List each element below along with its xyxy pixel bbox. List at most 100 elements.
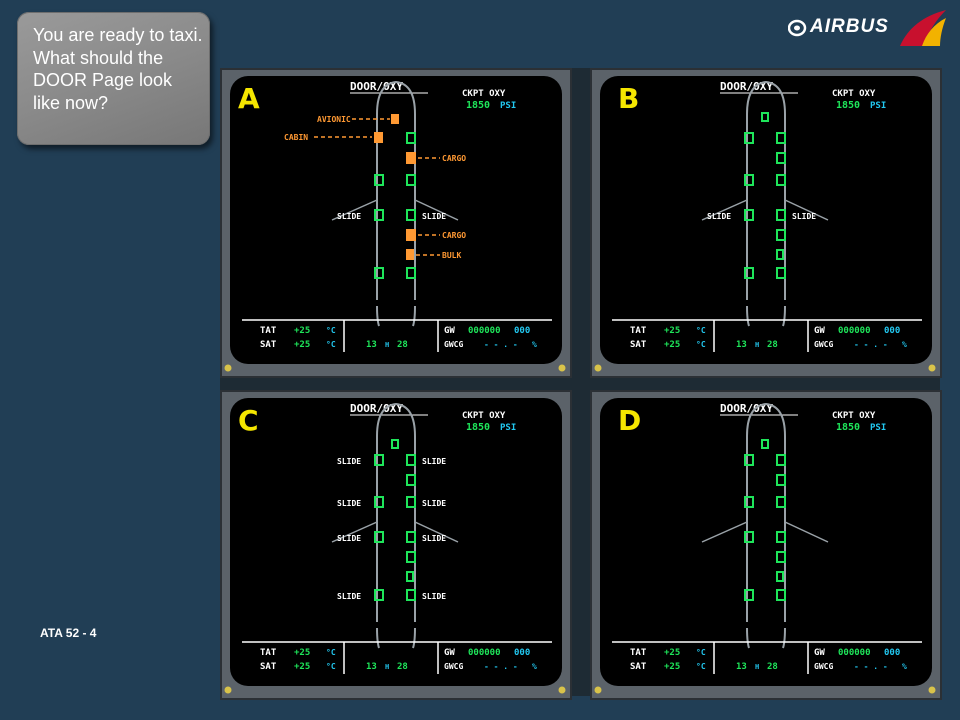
ata-reference-label: ATA 52 - 4 (40, 626, 97, 640)
display-area (600, 398, 932, 686)
bulk-label: BULK (442, 251, 461, 260)
time-hours: 13 (736, 340, 747, 350)
ckpt-oxy-unit: PSI (500, 101, 516, 111)
time-minutes: 28 (397, 662, 408, 672)
gwcg-unit: % (532, 340, 537, 349)
gw-unit: 000 (884, 326, 900, 336)
slide-right-label: SLIDE (792, 212, 816, 221)
aft-cargo-label: CARGO (442, 231, 466, 240)
ckpt-oxy-value: 1850 (836, 100, 860, 111)
gw-label: GW (814, 648, 825, 658)
gwcg-label: GWCG (814, 662, 833, 671)
tat-label: TAT (630, 648, 647, 658)
ckpt-oxy-label: CKPT OXY (832, 411, 876, 421)
ckpt-oxy-value: 1850 (466, 100, 490, 111)
sat-unit: °C (326, 662, 336, 671)
time-hours-unit: H (755, 663, 759, 671)
display-area (230, 398, 562, 686)
gw-label: GW (814, 326, 825, 336)
ckpt-oxy-label: CKPT OXY (832, 89, 876, 99)
gwcg-value: - - . - (854, 340, 888, 349)
option-letter: B (618, 82, 639, 115)
avionic-door-icon (391, 114, 399, 124)
gwcg-label: GWCG (814, 340, 833, 349)
ckpt-oxy-unit: PSI (870, 423, 886, 433)
avionic-label: AVIONIC (317, 115, 351, 124)
bulk-door-icon (406, 249, 414, 260)
sat-label: SAT (260, 662, 277, 672)
option-letter: A (238, 82, 260, 115)
gw-unit: 000 (884, 648, 900, 658)
gwcg-unit: % (902, 662, 907, 671)
gwcg-label: GWCG (444, 340, 463, 349)
bezel-screw-icon (928, 364, 936, 372)
slide-label: SLIDE (422, 592, 446, 601)
fwd-cargo-label: CARGO (442, 154, 466, 163)
aft-cargo-door-icon (406, 229, 416, 241)
option-panel-b[interactable]: B DOOR/OXY CKPT OXY 1850 PSI SLIDE SLIDE TAT +25… (590, 68, 942, 378)
tat-unit: °C (326, 326, 336, 335)
slide-label: SLIDE (422, 534, 446, 543)
ckpt-oxy-value: 1850 (466, 422, 490, 433)
bezel-screw-icon (594, 686, 602, 694)
gw-value: 000000 (468, 648, 501, 658)
gwcg-value: - - . - (484, 340, 518, 349)
option-letter: C (238, 404, 259, 437)
time-hours: 13 (366, 662, 377, 672)
gwcg-unit: % (532, 662, 537, 671)
sat-value: +25 (294, 340, 310, 350)
gw-value: 000000 (838, 648, 871, 658)
sat-label: SAT (260, 340, 277, 350)
slide-left-label: SLIDE (337, 212, 361, 221)
door-page-screen: A DOOR/OXYCKPT OXY1850 PSIAVIONICCABINCARG… (224, 76, 566, 372)
gwcg-value: - - . - (484, 662, 518, 671)
sat-unit: °C (696, 340, 706, 349)
slide-left-label: SLIDE (707, 212, 731, 221)
fwd-cargo-door-icon (406, 152, 416, 164)
ckpt-oxy-label: CKPT OXY (462, 411, 506, 421)
door-page-options-grid: A DOOR/OXY CKPT OXY 1850 PSI AVIONIC CABIN CARG… (220, 68, 942, 700)
time-hours-unit: H (755, 341, 759, 349)
sat-value: +25 (294, 662, 310, 672)
slide-label: SLIDE (337, 457, 361, 466)
bezel-screw-icon (224, 686, 232, 694)
ckpt-oxy-label: CKPT OXY (462, 89, 506, 99)
tat-label: TAT (260, 326, 277, 336)
display-area (600, 76, 932, 364)
tat-label: TAT (260, 648, 277, 658)
option-panel-d[interactable]: D DOOR/OXY CKPT OXY 1850 PSI TAT +25 °C SAT +25 °C… (590, 390, 942, 700)
bezel-screw-icon (928, 686, 936, 694)
bezel-screw-icon (594, 364, 602, 372)
option-letter: D (618, 404, 641, 437)
tat-unit: °C (326, 648, 336, 657)
gw-value: 000000 (468, 326, 501, 336)
time-minutes: 28 (767, 340, 778, 350)
ckpt-oxy-unit: PSI (500, 423, 516, 433)
tat-unit: °C (696, 326, 706, 335)
cabin-label: CABIN (284, 133, 308, 142)
bezel-screw-icon (558, 686, 566, 694)
option-panel-c[interactable]: C DOOR/OXY CKPT OXY 1850 PSI SLIDE SLIDE SLIDE S… (220, 390, 572, 700)
question-text: You are ready to taxi. What should the D… (33, 25, 203, 113)
tat-label: TAT (630, 326, 647, 336)
time-hours-unit: H (385, 663, 389, 671)
gw-label: GW (444, 648, 455, 658)
tat-value: +25 (664, 648, 680, 658)
bezel-screw-icon (558, 364, 566, 372)
gwcg-label: GWCG (444, 662, 463, 671)
door-page-screen: B DOOR/OXYCKPT OXY1850 PSISLIDE SLIDETAT +25… (594, 76, 936, 372)
time-hours: 13 (366, 340, 377, 350)
option-panel-a[interactable]: A DOOR/OXY CKPT OXY 1850 PSI AVIONIC CABIN CARG… (220, 68, 572, 378)
sat-value: +25 (664, 340, 680, 350)
sat-unit: °C (696, 662, 706, 671)
slide-label: SLIDE (337, 592, 361, 601)
airbus-logo: AIRBUS (787, 8, 948, 50)
cabin-door-icon (374, 132, 383, 143)
gw-value: 000000 (838, 326, 871, 336)
slide-right-label: SLIDE (422, 212, 446, 221)
sat-value: +25 (664, 662, 680, 672)
gwcg-value: - - . - (854, 662, 888, 671)
door-page-screen: C DOOR/OXYCKPT OXY1850 PSISLIDE SLIDESLIDE S… (224, 398, 566, 694)
slide-label: SLIDE (337, 499, 361, 508)
time-minutes: 28 (767, 662, 778, 672)
